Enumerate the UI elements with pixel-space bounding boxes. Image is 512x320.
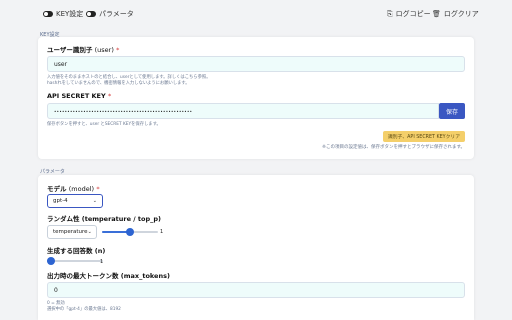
- n-value: 1: [100, 259, 104, 265]
- user-id-value: user: [54, 60, 68, 68]
- api-key-label: API SECRET KEY *: [47, 92, 111, 100]
- api-key-input[interactable]: ••••••••••••••••••••••••••••••••••••••••…: [47, 103, 439, 119]
- param-section-title: パラメータ: [40, 169, 65, 175]
- slider-track: [47, 260, 103, 262]
- trash-icon: 🗑: [432, 10, 441, 18]
- slider-thumb[interactable]: [126, 228, 134, 236]
- user-id-input[interactable]: user: [47, 56, 465, 72]
- randomness-select[interactable]: temperature ⌄: [47, 225, 97, 239]
- randomness-value: 1: [160, 229, 164, 235]
- model-selected-value: gpt-4: [53, 198, 68, 204]
- user-id-label-text: ユーザー識別子: [47, 46, 93, 54]
- toggle-icon: [86, 11, 96, 17]
- user-id-param: (user): [94, 46, 114, 54]
- model-select[interactable]: gpt-4 ⌄: [47, 194, 103, 208]
- log-copy-button[interactable]: ⎘ ログコピー: [387, 9, 431, 19]
- max-tokens-help-2: 選択中の「gpt-4」の最大値は、8192: [47, 307, 121, 312]
- chevron-down-icon: ⌄: [87, 229, 92, 235]
- key-settings-toggle[interactable]: KEY設定: [43, 9, 83, 19]
- required-mark: *: [116, 46, 120, 54]
- log-copy-label: ログコピー: [395, 10, 431, 18]
- n-label: 生成する回答数 (n): [47, 247, 106, 255]
- key-save-note: ※この項目の設定値は、保存ボタンを押すとブラウザに保存されます。: [322, 145, 465, 150]
- slider-thumb[interactable]: [47, 257, 55, 265]
- required-mark: *: [107, 92, 112, 100]
- user-id-label: ユーザー識別子 (user) *: [47, 44, 119, 54]
- n-slider[interactable]: [47, 256, 103, 266]
- log-clear-label: ログクリア: [443, 10, 479, 18]
- user-id-help-2: hashれをしていませんので、機密情報を入力しないようにお願いします。: [47, 81, 190, 86]
- copy-icon: ⎘: [387, 9, 393, 18]
- api-key-value: ••••••••••••••••••••••••••••••••••••••••…: [54, 108, 193, 114]
- required-mark: *: [96, 185, 100, 193]
- max-tokens-value: 0: [54, 286, 58, 294]
- model-label-text: モデル: [47, 185, 67, 193]
- save-button[interactable]: 保存: [439, 103, 465, 119]
- randomness-label: ランダム性 (temperature / top_p): [47, 215, 162, 223]
- max-tokens-label: 出力時の最大トークン数 (max_tokens): [47, 272, 170, 280]
- max-tokens-input[interactable]: 0: [47, 282, 465, 298]
- model-label: モデル (model) *: [47, 183, 100, 193]
- parameter-card: モデル (model) * gpt-4 ⌄ ランダム性 (temperature…: [38, 175, 474, 320]
- randomness-slider[interactable]: [102, 227, 158, 237]
- parameter-toggle-label: パラメータ: [99, 10, 134, 18]
- log-clear-button[interactable]: 🗑 ログクリア: [432, 9, 479, 19]
- api-key-help: 保存ボタンを押すと、user とSECRET KEYを保存します。: [47, 122, 161, 127]
- parameter-toggle[interactable]: パラメータ: [86, 9, 134, 19]
- model-param: (model): [68, 185, 95, 193]
- api-key-label-text: API SECRET KEY: [47, 92, 106, 100]
- toggle-icon: [43, 11, 53, 17]
- randomness-selected-value: temperature: [53, 229, 88, 235]
- key-settings-toggle-label: KEY設定: [56, 10, 84, 18]
- key-settings-card: ユーザー識別子 (user) * user 入力値をそのままホストのと結合し、u…: [38, 37, 474, 159]
- top-bar: KEY設定 パラメータ ⎘ ログコピー 🗑 ログクリア: [0, 0, 512, 30]
- clear-key-button[interactable]: 識別子、API SECRET KEYクリア: [382, 131, 465, 142]
- chevron-down-icon: ⌄: [92, 198, 97, 204]
